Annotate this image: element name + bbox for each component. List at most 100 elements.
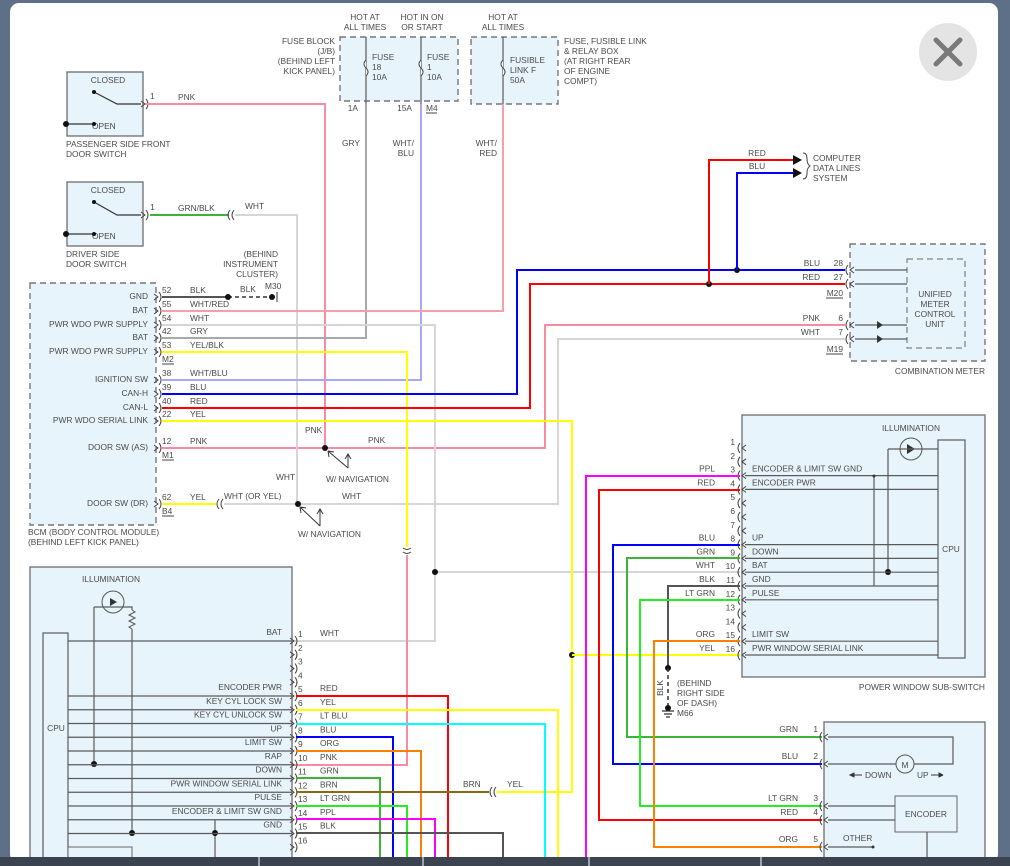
wire-label: RED [697,477,715,487]
unit-label: UNIFIED [918,289,952,299]
wire-label: PNK [368,435,386,445]
pin-number: 4 [813,807,818,817]
hot-label: OR START [401,22,443,32]
pin-number: 54 [162,313,172,323]
switch-contact [92,122,96,126]
pin-number: 3 [813,793,818,803]
close-button[interactable] [919,23,977,81]
wire-label: WHT [276,472,295,482]
wire-label: YEL [190,492,206,502]
wire-label: BLK [699,574,715,584]
relay-box-label: OF ENGINE [564,66,610,76]
bcm-pin-function: IGNITION SW [95,374,148,384]
wire-label: BLU [320,724,336,734]
switch-contact [92,200,96,204]
wire-label: WHT/BLU [190,368,228,378]
wire-label: YEL [190,409,206,419]
pin-number: 16 [726,644,736,654]
fuse-label: FUSE [427,52,450,62]
open-label: OPEN [92,121,116,131]
pin-number: 40 [162,396,172,406]
data-lines-label: COMPUTER [813,153,861,163]
main-switch-pin-function: BAT [266,627,282,637]
pin-number: 5 [813,834,818,844]
pin-number: 2 [298,643,303,653]
wire-label: WHT [320,628,339,638]
component-label: PASSENGER SIDE FRONT [66,139,171,149]
pin-label: 15A [397,103,412,113]
motor-label: M [902,760,909,770]
ground-point [269,294,275,300]
wire-label: BRN [320,779,338,789]
pin-number: 62 [162,492,172,502]
fuse-block [339,36,459,102]
wire-label: YEL/BLK [190,340,224,350]
pin-number: 12 [726,589,736,599]
bottom-bar [0,857,1010,866]
splice-note: W/ NAVIGATION [326,474,389,484]
wire-label: GRY [342,138,360,148]
closed-label: CLOSED [91,75,125,85]
wire-label: RED [479,148,497,158]
pin-number: 4 [298,670,303,680]
connector-id: M4 [426,103,438,113]
fuse-block-label: FUSE BLOCK [282,36,335,46]
sub-switch-pin-function: ENCODER PWR [752,477,816,487]
pin-number: 11 [298,767,307,777]
wire-label: BLK [240,284,256,294]
bottom-bar-divider [588,857,590,866]
wire-label: WHT [190,313,209,323]
pin-number: 3 [298,657,303,667]
pin-number: 10 [726,561,736,571]
pin-number: 2 [730,451,735,461]
ground-id: M30 [265,281,282,291]
connector-id: M2 [162,354,174,364]
wire-label: BLK [190,285,206,295]
wiring-diagram: HOT ATALL TIMESHOT IN ONOR STARTHOT ATAL… [0,3,1010,866]
hot-label: ALL TIMES [482,22,525,32]
pin-number: 6 [298,698,303,708]
wire-label: RED [802,272,820,282]
bottom-bar-divider [258,857,260,866]
wire-label: PPL [320,807,336,817]
main-switch-pin-function: KEY CYL LOCK SW [206,696,282,706]
relay-box-label: FUSE, FUSIBLE LINK [564,36,647,46]
ground-label: (BEHIND [244,249,278,259]
pin-number: 8 [730,534,735,544]
other-label: OTHER [843,833,872,843]
bcm-label: BCM (BODY CONTROL MODULE) [28,527,159,537]
fuse-block-label: (J/B) [317,46,335,56]
splice-dot [322,445,328,451]
wire-label: GRN [696,546,715,556]
main-switch-pin-function: RAP [265,751,283,761]
sub-switch-pin-function: DOWN [752,546,779,556]
bottom-bar-divider [422,857,424,866]
wire-label: LT GRN [768,793,798,803]
main-switch-pin-function: ENCODER & LIMIT SW GND [172,806,282,816]
wire-label: PNK [320,752,338,762]
component-label: DOOR SWITCH [66,259,126,269]
wire-label: WHT/ [476,138,498,148]
bcm-pin-function: GND [129,291,148,301]
sub-switch-pin-function: BAT [752,560,768,570]
wire-label: WHT [342,491,361,501]
pin-number: 14 [726,616,736,626]
sub-switch-pin-function: PWR WINDOW SERIAL LINK [752,643,864,653]
wire-label: GRN [320,766,339,776]
pin-number: 10 [298,753,308,763]
splice-dot [432,569,438,575]
bcm-pin-function: DOOR SW (DR) [87,498,148,508]
component-label: POWER WINDOW SUB-SWITCH [859,682,985,692]
pin-number: 15 [298,822,308,832]
wire-label: BRN [463,779,481,789]
wire-label: GRN/BLK [178,203,215,213]
wire-label: RED [190,396,208,406]
wire-label: WHT (OR YEL) [224,491,282,501]
pin-number: 7 [730,520,735,530]
splice-dot [91,761,97,767]
pin-number: 13 [726,603,736,613]
pin-number: 12 [298,780,308,790]
ground-label: RIGHT SIDE [677,688,725,698]
pin-number: 16 [298,835,308,845]
switch-contact [92,90,96,94]
